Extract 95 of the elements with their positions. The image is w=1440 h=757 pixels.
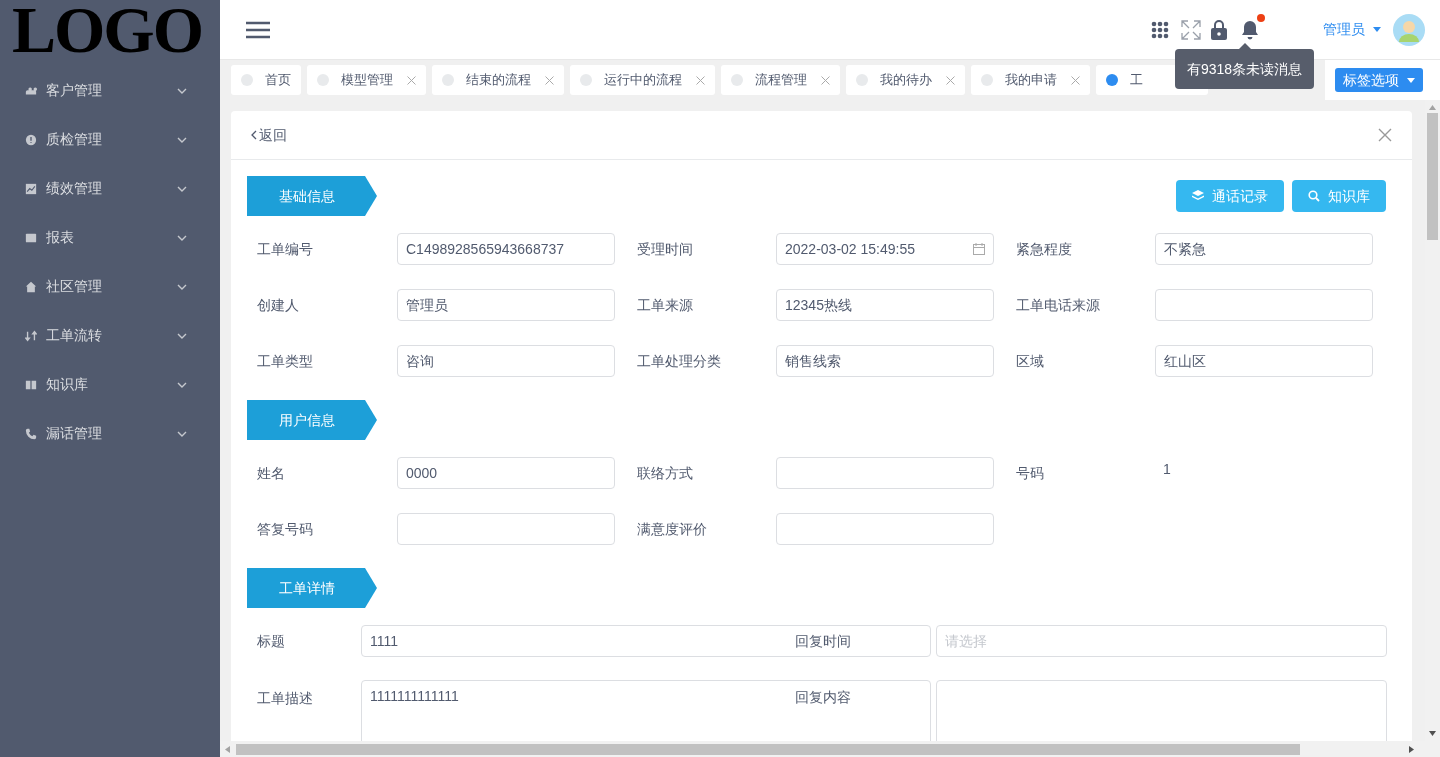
grid-icon[interactable] <box>1151 20 1169 39</box>
chevron-down-icon <box>177 185 187 192</box>
field-label: 紧急程度 <box>1016 239 1073 259</box>
field-label: 标题 <box>257 632 286 651</box>
field-label: 工单处理分类 <box>637 351 722 371</box>
sidebar-item[interactable]: 绩效管理 <box>0 164 220 213</box>
input-field[interactable] <box>1155 289 1373 321</box>
sidebar-item[interactable]: 报表 <box>0 213 220 262</box>
input-field[interactable]: 红山区 <box>1155 345 1373 377</box>
swap-icon <box>25 329 37 342</box>
field-label: 回复内容 <box>795 688 851 707</box>
section-banner: 工单详情 <box>247 568 377 608</box>
chevron-down-icon <box>177 332 187 339</box>
tab[interactable]: 我的申请 <box>971 65 1090 95</box>
input-field[interactable]: C1498928565943668737 <box>397 233 615 265</box>
user-menu[interactable]: 管理员 <box>1323 19 1381 40</box>
chevron-down-icon <box>177 87 187 94</box>
chevron-down-icon <box>177 283 187 290</box>
sidebar-item[interactable]: 漏话管理 <box>0 409 220 458</box>
chevron-down-icon <box>177 234 187 241</box>
scroll-down-icon[interactable] <box>1429 731 1436 736</box>
chevron-down-icon <box>177 136 187 143</box>
lock-icon[interactable] <box>1211 19 1227 40</box>
sidebar-item[interactable]: 质检管理 <box>0 115 220 164</box>
scroll-up-icon[interactable] <box>1429 105 1436 110</box>
phone-icon <box>25 427 37 440</box>
sidebar-item[interactable]: 知识库 <box>0 360 220 409</box>
chevron-down-icon <box>177 381 187 388</box>
input-field[interactable] <box>397 513 615 545</box>
input-field[interactable]: 管理员 <box>397 289 615 321</box>
input-field[interactable] <box>776 457 994 489</box>
close-icon[interactable] <box>407 75 416 85</box>
field-value: 1 <box>1162 460 1172 479</box>
logo: LOGO <box>12 0 203 63</box>
sidebar-item[interactable]: 客户管理 <box>0 66 220 115</box>
caret-icon <box>1373 27 1381 32</box>
layers-icon <box>1192 190 1204 202</box>
tab[interactable]: 流程管理 <box>721 65 840 95</box>
menu-icon[interactable] <box>246 20 270 39</box>
field-label: 姓名 <box>257 463 286 483</box>
chevron-left-icon <box>251 130 257 140</box>
folder-icon <box>25 231 37 244</box>
scroll-right-icon[interactable] <box>1409 745 1414 753</box>
home-icon <box>25 280 37 293</box>
tab[interactable]: 我的待办 <box>846 65 965 95</box>
scrollbar-thumb[interactable] <box>236 743 1300 755</box>
input-field[interactable]: 咨询 <box>397 345 615 377</box>
section-banner: 用户信息 <box>247 400 377 440</box>
search-icon <box>1308 190 1320 202</box>
field-label: 工单类型 <box>257 351 314 371</box>
field-label: 答复号码 <box>257 519 314 539</box>
sidebar-item[interactable]: 工单流转 <box>0 311 220 360</box>
field-label: 工单电话来源 <box>1016 295 1101 315</box>
field-label: 区域 <box>1016 351 1045 371</box>
date-field[interactable]: 2022-03-02 15:49:55 <box>776 233 994 265</box>
field-label: 创建人 <box>257 295 300 315</box>
close-icon[interactable] <box>821 75 830 85</box>
book-icon <box>25 378 37 391</box>
field-label: 回复时间 <box>795 632 851 651</box>
field-label: 联络方式 <box>637 463 694 483</box>
close-icon[interactable] <box>696 75 705 85</box>
field-label: 号码 <box>1016 463 1045 483</box>
field-label: 工单描述 <box>257 689 314 708</box>
caret-icon <box>1407 77 1415 83</box>
scroll-left-icon[interactable] <box>225 745 230 753</box>
input-field[interactable]: 不紧急 <box>1155 233 1373 265</box>
field-label: 满意度评价 <box>637 519 708 539</box>
chart-icon <box>25 182 37 195</box>
alert-icon <box>25 133 37 146</box>
field-label: 工单来源 <box>637 295 694 315</box>
tab[interactable]: 运行中的流程 <box>570 65 715 95</box>
avatar-icon[interactable] <box>1393 13 1425 46</box>
close-icon[interactable] <box>1378 128 1392 142</box>
close-icon[interactable] <box>1071 75 1080 85</box>
back-link[interactable]: 返回 <box>251 124 287 146</box>
input-field[interactable]: 销售线索 <box>776 345 994 377</box>
input-field[interactable]: 0000 <box>397 457 615 489</box>
field-label: 工单编号 <box>257 239 314 259</box>
section-banner: 基础信息 <box>247 176 377 216</box>
close-icon[interactable] <box>545 75 554 85</box>
tooltip-arrow <box>1239 43 1251 49</box>
field-label: 受理时间 <box>637 239 694 259</box>
notification-tooltip: 有9318条未读消息 <box>1175 49 1315 89</box>
calendar-icon <box>973 243 985 255</box>
tab[interactable]: 结束的流程 <box>432 65 564 95</box>
bell-icon[interactable] <box>1241 19 1259 40</box>
tab[interactable]: 首页 <box>231 65 301 95</box>
close-icon[interactable] <box>946 75 955 85</box>
input-field[interactable]: 12345热线 <box>776 289 994 321</box>
scrollbar-thumb[interactable] <box>1427 113 1438 240</box>
chevron-down-icon <box>177 430 187 437</box>
sidebar-item[interactable]: 社区管理 <box>0 262 220 311</box>
tab[interactable]: 模型管理 <box>307 65 426 95</box>
input-field[interactable] <box>776 513 994 545</box>
fullscreen-icon[interactable] <box>1181 19 1201 40</box>
